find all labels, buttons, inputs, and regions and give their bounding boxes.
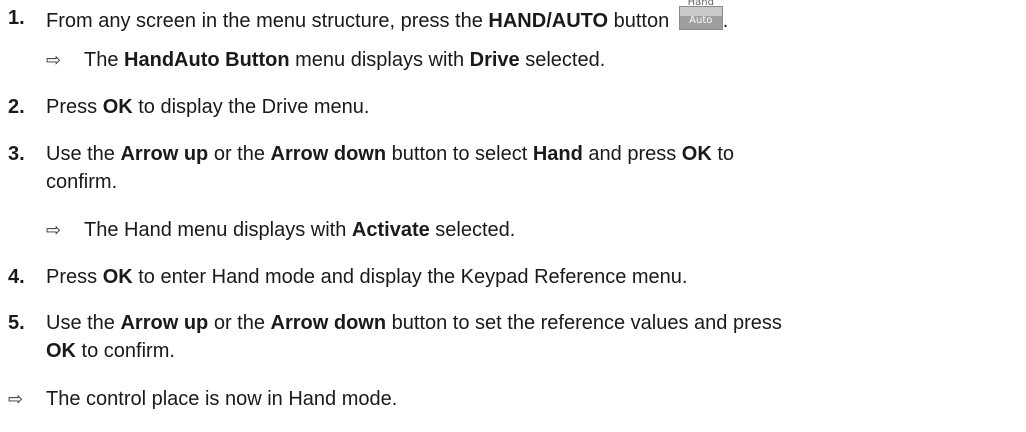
result-arrow-icon: ⇨ (8, 389, 24, 409)
final-result-text: The control place is now in Hand mode. (46, 388, 398, 410)
hand-auto-button-icon: Hand Auto (678, 0, 723, 30)
procedure-document: 1. From any screen in the menu structure… (8, 0, 782, 410)
result-text: The Hand menu displays with Activate sel… (84, 219, 516, 241)
step-number: 3. (8, 143, 25, 165)
step-number: 2. (8, 96, 25, 118)
step-number: 5. (8, 312, 25, 334)
result-arrow-icon: ⇨ (46, 220, 62, 240)
result-arrow-icon: ⇨ (46, 50, 62, 70)
step-number: 1. (8, 7, 25, 29)
step-text: OK to confirm. (46, 340, 175, 362)
result-text: The HandAuto Button menu displays with D… (84, 49, 606, 71)
step-number: 4. (8, 266, 25, 288)
step-text: From any screen in the menu structure, p… (46, 0, 729, 32)
step-text: Use the Arrow up or the Arrow down butto… (46, 312, 782, 334)
step-text: Press OK to display the Drive menu. (46, 96, 370, 118)
step-text: Press OK to enter Hand mode and display … (46, 266, 688, 288)
step-text: Use the Arrow up or the Arrow down butto… (46, 143, 735, 165)
